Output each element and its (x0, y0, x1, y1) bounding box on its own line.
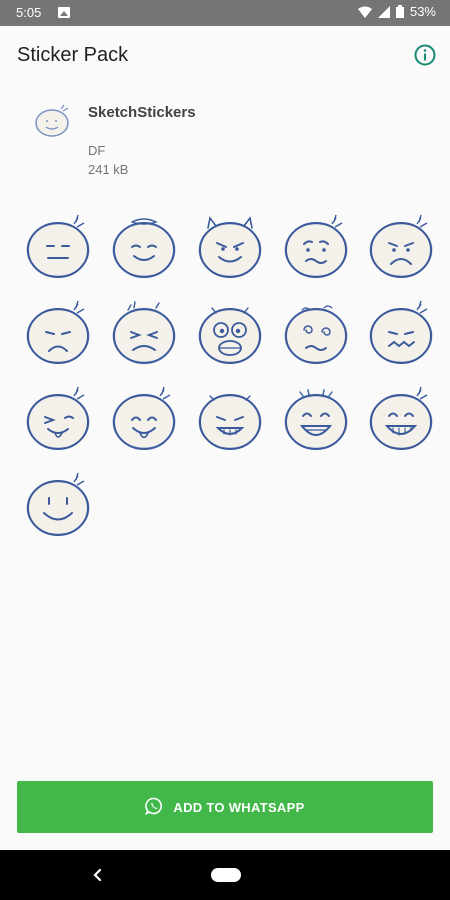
sticker-tongue-happy[interactable] (108, 382, 180, 454)
sticker-angel-smile[interactable] (108, 210, 180, 282)
pack-tray-icon (33, 103, 73, 139)
app-bar: Sticker Pack (0, 26, 450, 84)
info-icon[interactable] (414, 44, 436, 66)
pack-size: 241 kB (88, 162, 129, 177)
sticker-big-grin[interactable] (365, 382, 437, 454)
pack-name: SketchStickers (88, 104, 196, 121)
sticker-smile[interactable] (22, 468, 94, 540)
sticker-worried[interactable] (280, 210, 352, 282)
sticker-sad[interactable] (365, 210, 437, 282)
signal-icon (377, 5, 390, 18)
navigation-bar (0, 850, 450, 900)
pack-publisher: DF (88, 143, 106, 158)
add-to-whatsapp-button[interactable]: ADD TO WHATSAPP (17, 781, 433, 833)
sticker-devil-grin[interactable] (194, 210, 266, 282)
sticker-dizzy[interactable] (280, 296, 352, 368)
sticker-laugh[interactable] (280, 382, 352, 454)
sticker-shocked[interactable] (194, 296, 266, 368)
sticker-angry[interactable] (108, 296, 180, 368)
sticker-neutral[interactable] (22, 210, 94, 282)
page-title: Sticker Pack (17, 44, 129, 66)
status-bar: 5:05 53% (0, 0, 450, 26)
image-notification-icon (58, 7, 70, 18)
back-icon[interactable] (90, 866, 106, 884)
sticker-tongue-wink[interactable] (22, 382, 94, 454)
battery-percent: 53% (409, 4, 436, 19)
status-icons: 53% (357, 4, 436, 19)
home-button[interactable] (211, 868, 241, 882)
add-button-label: ADD TO WHATSAPP (173, 799, 305, 815)
sticker-frown[interactable] (22, 296, 94, 368)
sticker-grimace[interactable] (365, 296, 437, 368)
sticker-evil-grin[interactable] (194, 382, 266, 454)
wifi-icon (357, 6, 372, 18)
whatsapp-icon (145, 797, 163, 818)
status-time: 5:05 (16, 5, 42, 20)
battery-icon (395, 5, 404, 18)
